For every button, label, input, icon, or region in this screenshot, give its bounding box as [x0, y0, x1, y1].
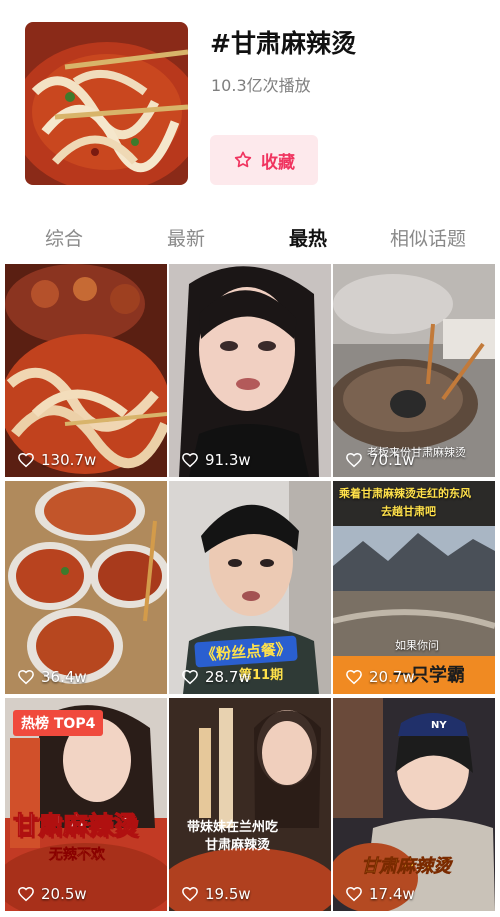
tab-latest[interactable]: 最新 — [167, 224, 205, 251]
heart-icon — [346, 886, 362, 902]
video-caption-top2: 去趟甘肃吧 — [381, 505, 436, 518]
like-count: 91.3w — [181, 451, 251, 469]
video-card[interactable]: 乘着甘肃麻辣烫走红的东风 去趟甘肃吧 如果你问 一只学霸 20.7w — [333, 481, 495, 694]
video-card[interactable]: 91.3w — [169, 264, 331, 477]
heart-icon — [182, 886, 198, 902]
heart-icon — [18, 452, 34, 468]
like-count: 36.4w — [17, 668, 87, 686]
video-card[interactable]: 老板来份甘肃麻辣烫 70.1w — [333, 264, 495, 477]
tab-similar-topics[interactable]: 相似话题 — [390, 224, 466, 251]
like-count: 19.5w — [181, 885, 251, 903]
tab-comprehensive[interactable]: 综合 — [45, 224, 83, 251]
cap-logo: NY — [431, 720, 447, 731]
heart-icon — [346, 452, 362, 468]
heart-icon — [346, 669, 362, 685]
video-card[interactable]: 带妹妹在兰州吃 甘肃麻辣烫 19.5w — [169, 698, 331, 911]
video-grid: 130.7w 91.3w 老板来份甘肃麻辣烫 70.1w 36.4w 《粉丝点餐… — [5, 264, 495, 917]
like-count: 20.5w — [17, 885, 87, 903]
video-card[interactable]: 热榜 TOP4 甘肃麻辣烫 无辣不欢 20.5w — [5, 698, 167, 911]
video-caption-line2: 甘肃麻辣烫 — [205, 838, 271, 853]
video-card[interactable]: NY 甘肃麻辣烫 17.4w — [333, 698, 495, 911]
video-thumbnail — [333, 698, 495, 911]
video-thumbnail — [169, 698, 331, 911]
hot-rank-badge: 热榜 TOP4 — [13, 710, 104, 736]
video-card[interactable]: 36.4w — [5, 481, 167, 694]
tab-bar: 综合 最新 最热 相似话题 — [0, 212, 500, 262]
video-title-text: 甘肃麻辣烫 — [12, 811, 139, 841]
video-card[interactable]: 《粉丝点餐》 第11期 28.7w — [169, 481, 331, 694]
star-icon — [234, 151, 252, 168]
video-caption-top: 乘着甘肃麻辣烫走红的东风 — [339, 487, 471, 500]
topic-cover-image[interactable] — [25, 22, 188, 185]
like-count: 28.7w — [181, 668, 251, 686]
like-count: 70.1w — [345, 451, 415, 469]
video-subtitle-text: 无辣不欢 — [49, 847, 106, 864]
favorite-button[interactable]: 收藏 — [210, 135, 318, 185]
video-thumbnail — [5, 481, 167, 694]
play-count: 10.3亿次播放 — [211, 76, 311, 95]
heart-icon — [182, 452, 198, 468]
video-card[interactable]: 130.7w — [5, 264, 167, 477]
favorite-label: 收藏 — [261, 152, 295, 173]
video-caption-line1: 带妹妹在兰州吃 — [187, 820, 279, 835]
video-thumbnail — [5, 264, 167, 477]
heart-icon — [18, 886, 34, 902]
video-title-text: 甘肃麻辣烫 — [361, 856, 452, 878]
like-count: 20.7w — [345, 668, 415, 686]
like-count: 130.7w — [17, 451, 96, 469]
heart-icon — [182, 669, 198, 685]
video-thumbnail — [169, 264, 331, 477]
topic-header: #甘肃麻辣烫 10.3亿次播放 收藏 — [0, 0, 500, 205]
tab-hottest[interactable]: 最热 — [289, 224, 327, 251]
heart-icon — [18, 669, 34, 685]
video-caption-mid: 如果你问 — [395, 639, 439, 652]
like-count: 17.4w — [345, 885, 415, 903]
topic-title: #甘肃麻辣烫 — [210, 29, 356, 58]
